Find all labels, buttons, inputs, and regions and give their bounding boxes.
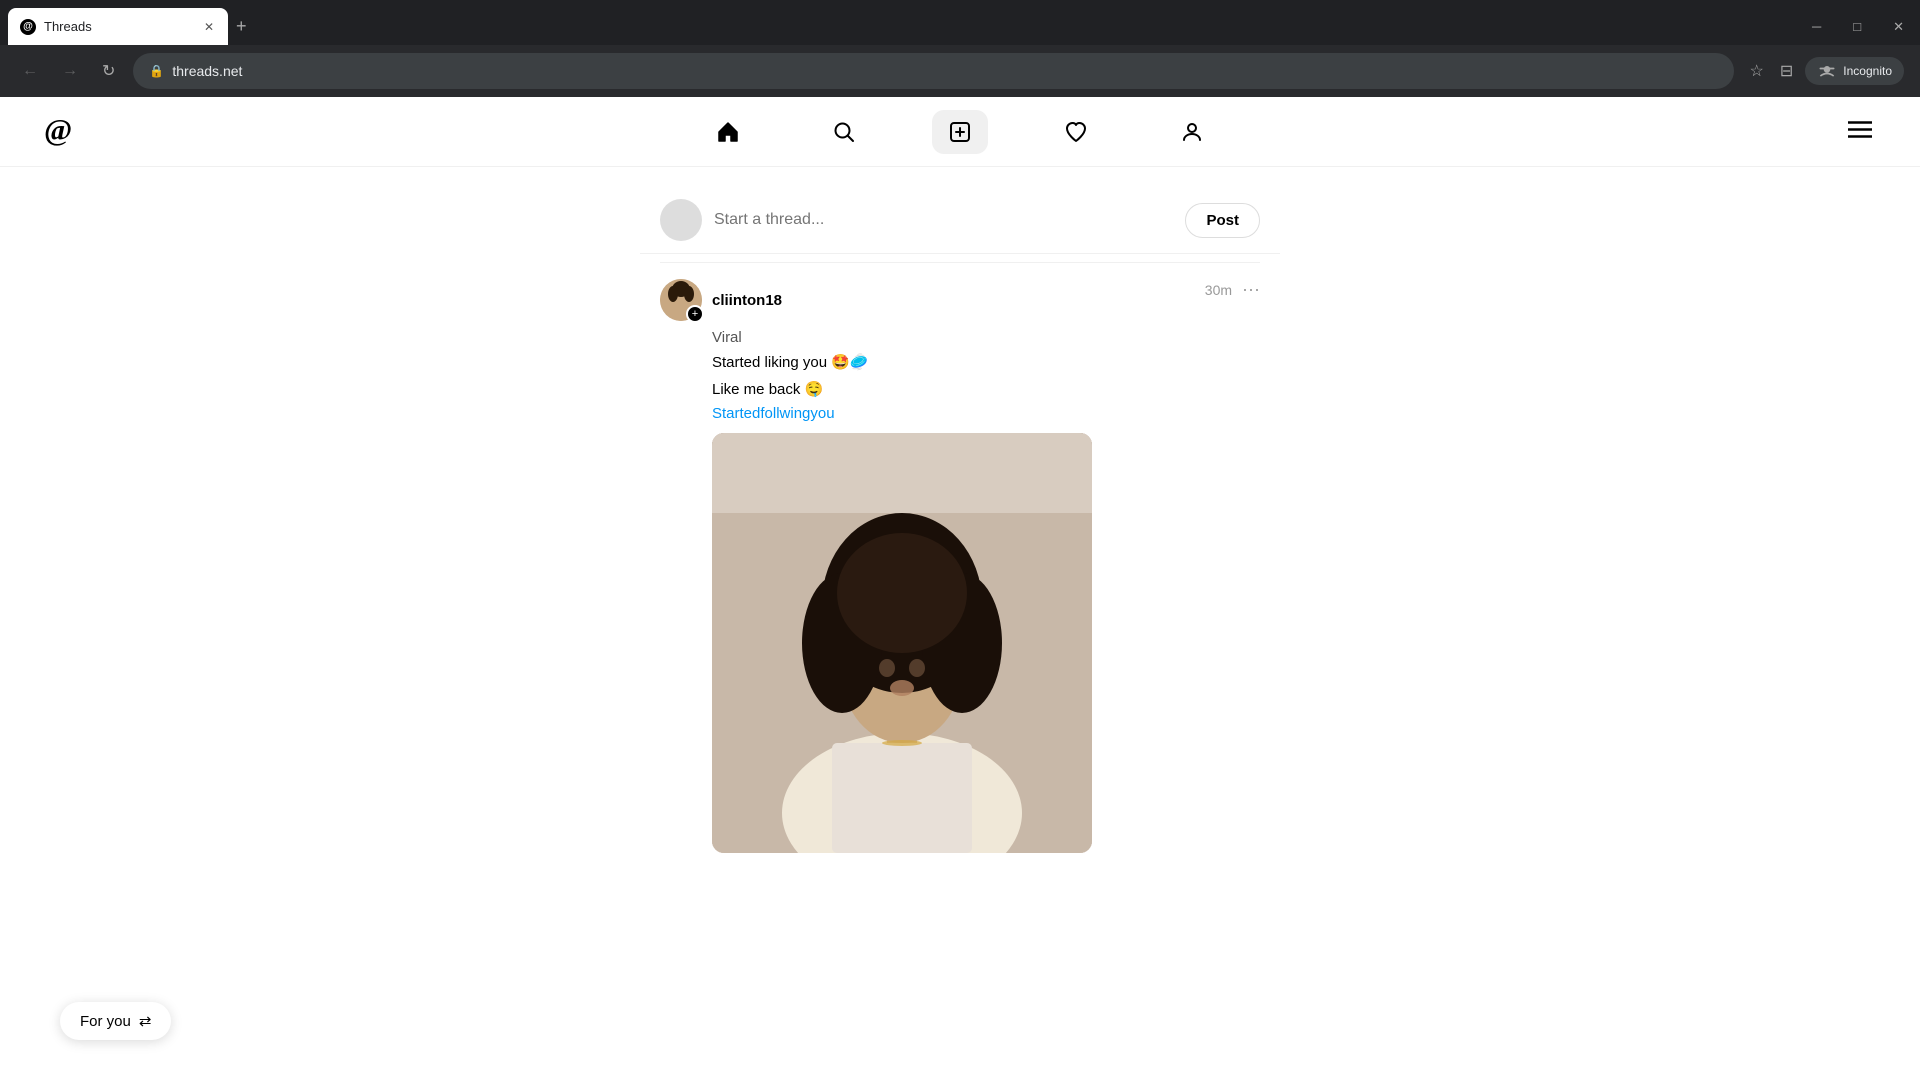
search-icon: [832, 120, 856, 144]
browser-chrome: @ Threads ✕ + ─ □ ✕ ← → ↻ 🔒 threads.net …: [0, 0, 1920, 97]
tab-close-button[interactable]: ✕: [202, 18, 216, 36]
post-image: [712, 433, 1092, 853]
app-content: @: [0, 97, 1920, 1080]
post-options-button[interactable]: ···: [1242, 279, 1260, 300]
tab-bar: @ Threads ✕ + ─ □ ✕: [0, 0, 1920, 45]
post-image-content: [712, 433, 1092, 853]
threads-logo[interactable]: @: [40, 109, 80, 154]
profile-icon: [1180, 120, 1204, 144]
post-tag: Viral: [712, 329, 1260, 346]
post-item: + cliinton18 30m ··· Viral Started likin…: [640, 263, 1280, 869]
compose-nav-button[interactable]: [932, 110, 988, 154]
post-link[interactable]: Startedfollwingyou: [712, 405, 835, 422]
for-you-icon: ⇄: [139, 1012, 152, 1030]
maximize-button[interactable]: □: [1837, 15, 1877, 39]
compose-area: Post: [640, 187, 1280, 254]
avatar-add-icon: +: [686, 305, 704, 323]
incognito-badge: Incognito: [1805, 57, 1904, 85]
home-nav-button[interactable]: [700, 110, 756, 154]
for-you-label: For you: [80, 1013, 131, 1030]
url-actions: ☆ ⊟ Incognito: [1746, 57, 1904, 85]
svg-text:@: @: [44, 112, 72, 146]
activity-nav-button[interactable]: [1048, 110, 1104, 154]
incognito-icon: [1817, 61, 1837, 81]
avatar-wrap: +: [660, 279, 702, 321]
new-tab-button[interactable]: +: [228, 12, 255, 41]
post-image-svg: [712, 433, 1092, 853]
for-you-badge[interactable]: For you ⇄: [60, 1002, 171, 1040]
thread-compose-input[interactable]: [714, 211, 1173, 229]
close-window-button[interactable]: ✕: [1877, 15, 1920, 39]
post-author: + cliinton18: [660, 279, 782, 321]
search-nav-button[interactable]: [816, 110, 872, 154]
post-header: + cliinton18 30m ···: [660, 279, 1260, 321]
address-bar: ← → ↻ 🔒 threads.net ☆ ⊟ Incognito: [0, 45, 1920, 97]
post-button[interactable]: Post: [1185, 203, 1260, 238]
compose-icon: [948, 120, 972, 144]
bookmark-icon[interactable]: ☆: [1746, 57, 1768, 85]
minimize-button[interactable]: ─: [1796, 15, 1837, 39]
window-controls: ─ □ ✕: [1796, 15, 1920, 39]
post-line1: Started liking you 🤩🥏: [712, 352, 1260, 375]
tab-favicon: @: [20, 19, 36, 35]
main-feed: Post: [640, 167, 1280, 889]
hamburger-icon: [1848, 120, 1872, 138]
tab-title: Threads: [44, 19, 194, 34]
top-nav: @: [0, 97, 1920, 167]
post-username[interactable]: cliinton18: [712, 292, 782, 309]
split-view-icon[interactable]: ⊟: [1776, 57, 1797, 85]
nav-icons: [700, 110, 1220, 154]
post-time: 30m: [1205, 282, 1232, 298]
incognito-label: Incognito: [1843, 64, 1892, 78]
post-body: Viral Started liking you 🤩🥏 Like me back…: [660, 329, 1260, 853]
threads-logo-svg: @: [40, 109, 80, 149]
menu-button[interactable]: [1840, 112, 1880, 151]
post-meta: 30m ···: [1205, 279, 1260, 300]
profile-nav-button[interactable]: [1164, 110, 1220, 154]
forward-button[interactable]: →: [56, 58, 84, 84]
url-bar[interactable]: 🔒 threads.net: [133, 53, 1733, 89]
heart-icon: [1064, 120, 1088, 144]
compose-avatar: [660, 199, 702, 241]
url-text: threads.net: [172, 63, 242, 79]
lock-icon: 🔒: [149, 64, 164, 78]
back-button[interactable]: ←: [16, 58, 44, 84]
home-icon: [716, 120, 740, 144]
active-tab[interactable]: @ Threads ✕: [8, 8, 228, 45]
reload-button[interactable]: ↻: [96, 57, 121, 85]
post-line2: Like me back 🤤: [712, 379, 1260, 402]
